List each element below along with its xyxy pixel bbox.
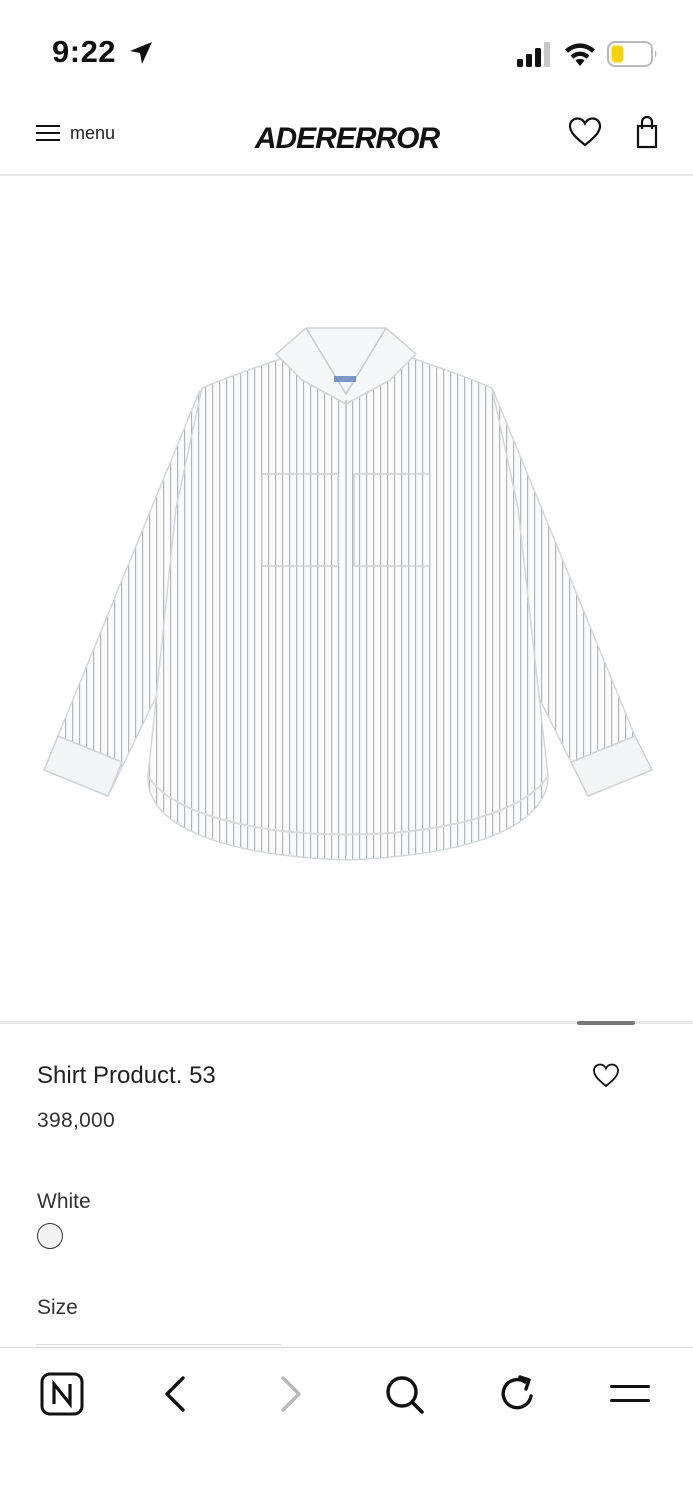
site-header: menu ADERERROR [0, 100, 693, 176]
product-image[interactable] [0, 176, 693, 1022]
status-time: 9:22 [52, 34, 117, 69]
shirt-image [43, 327, 654, 861]
size-label: Size [37, 1296, 78, 1319]
cellular-signal-icon [517, 42, 550, 67]
forward-icon [281, 1376, 301, 1412]
menu-label: menu [70, 122, 116, 143]
wifi-icon [565, 43, 595, 66]
menu-icon [610, 1385, 650, 1402]
battery-low-icon [607, 41, 657, 67]
forward-button[interactable] [266, 1370, 314, 1418]
naver-home-icon [40, 1372, 84, 1416]
back-button[interactable] [152, 1370, 200, 1418]
search-icon [386, 1376, 424, 1414]
brand-logo[interactable]: ADERERROR [244, 118, 450, 154]
browser-toolbar [0, 1347, 693, 1501]
refresh-icon [501, 1375, 533, 1410]
search-button[interactable] [380, 1370, 428, 1418]
brand-logo-text: ADERERROR [254, 122, 441, 154]
refresh-button[interactable] [494, 1370, 542, 1418]
location-arrow-icon [130, 42, 152, 64]
naver-home-button[interactable] [38, 1370, 86, 1418]
product-price: 398,000 [37, 1109, 116, 1132]
menu-button[interactable]: menu [36, 118, 115, 148]
heart-icon[interactable] [568, 116, 602, 148]
hamburger-icon [36, 125, 60, 141]
product-title: Shirt Product. 53 [37, 1062, 216, 1089]
wishlist-heart-icon[interactable] [592, 1062, 620, 1088]
status-bar: 9:22 [0, 0, 693, 100]
color-swatch-white[interactable] [37, 1223, 63, 1249]
slide-indicator [577, 1021, 635, 1025]
color-label: White [37, 1190, 91, 1213]
shopping-bag-icon[interactable] [632, 114, 662, 150]
back-icon [165, 1376, 185, 1412]
browser-menu-button[interactable] [606, 1370, 654, 1418]
